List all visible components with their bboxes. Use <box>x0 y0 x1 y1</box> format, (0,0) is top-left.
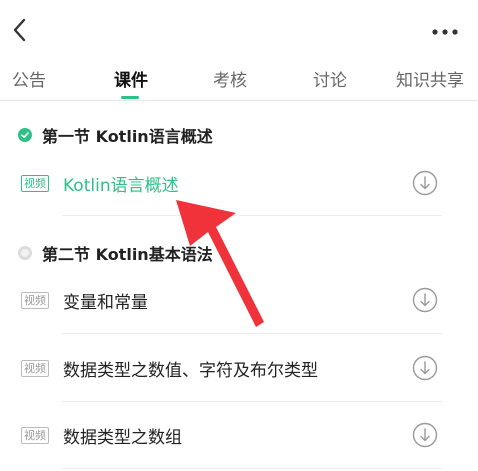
top-bar <box>0 0 478 60</box>
download-icon <box>412 170 438 196</box>
section-header[interactable]: 第一节 Kotlin语言概述 <box>18 122 213 148</box>
list-item[interactable]: 视频 数据类型之数组 <box>21 420 441 450</box>
section-header[interactable]: 第二节 Kotlin基本语法 <box>18 240 213 266</box>
download-button[interactable] <box>412 422 438 448</box>
item-title: 数据类型之数值、字符及布尔类型 <box>63 360 318 381</box>
video-badge: 视频 <box>21 291 49 309</box>
divider <box>62 468 442 469</box>
list-item[interactable]: 视频 变量和常量 <box>21 285 441 315</box>
more-dots-icon <box>432 29 458 35</box>
section-title: 第一节 Kotlin语言概述 <box>42 127 213 146</box>
back-button[interactable] <box>8 14 36 46</box>
section-title: 第二节 Kotlin基本语法 <box>42 245 213 264</box>
tab-courseware[interactable]: 课件 <box>114 66 148 91</box>
item-title: 变量和常量 <box>63 292 148 313</box>
download-button[interactable] <box>412 355 438 381</box>
item-title: 数据类型之数组 <box>63 427 182 448</box>
back-arrow-icon <box>13 18 26 42</box>
tab-assessment[interactable]: 考核 <box>213 66 247 91</box>
download-button[interactable] <box>412 170 438 196</box>
divider <box>62 401 442 402</box>
download-icon <box>412 287 438 313</box>
video-badge: 视频 <box>21 426 49 444</box>
tab-knowledge-share[interactable]: 知识共享 <box>396 66 464 91</box>
check-circle-icon <box>18 128 32 142</box>
active-tab-indicator <box>121 96 139 99</box>
item-title: Kotlin语言概述 <box>63 175 179 196</box>
tab-bar: 公告 课件 考核 讨论 知识共享 <box>0 60 478 100</box>
divider <box>62 333 442 334</box>
download-icon <box>412 355 438 381</box>
download-button[interactable] <box>412 287 438 313</box>
tab-announcement[interactable]: 公告 <box>12 66 46 91</box>
more-button[interactable] <box>430 24 464 38</box>
tabs-divider <box>0 100 478 101</box>
incomplete-circle-icon <box>18 246 32 260</box>
list-item[interactable]: 视频 数据类型之数值、字符及布尔类型 <box>21 353 441 383</box>
divider <box>62 215 442 216</box>
video-badge: 视频 <box>21 174 49 192</box>
video-badge: 视频 <box>21 359 49 377</box>
list-item[interactable]: 视频 Kotlin语言概述 <box>21 168 441 198</box>
download-icon <box>412 422 438 448</box>
tab-discussion[interactable]: 讨论 <box>313 66 347 91</box>
